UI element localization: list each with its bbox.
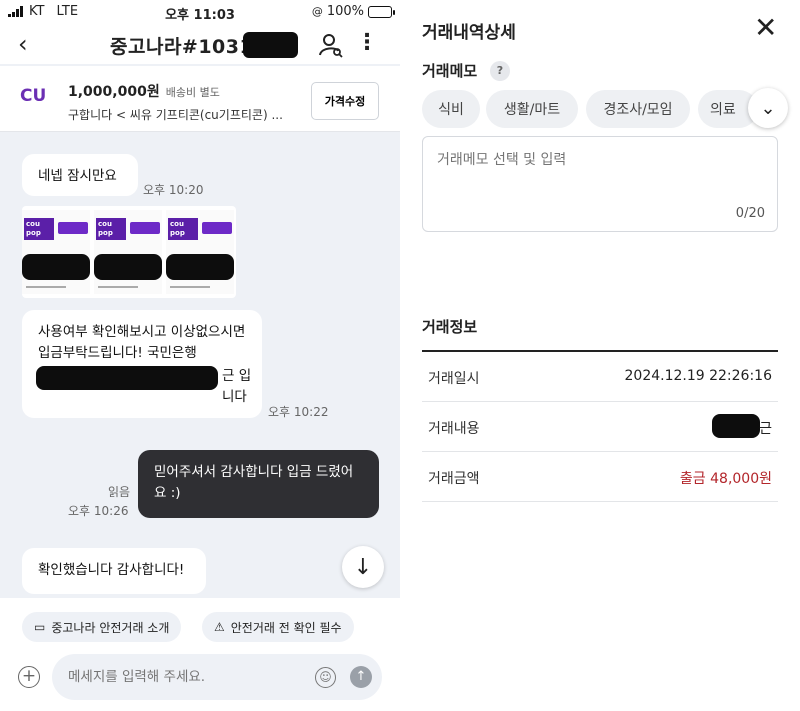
card-icon: ▭ [34, 620, 46, 634]
category-chip[interactable]: 식비 [422, 90, 480, 128]
send-icon[interactable]: ↑ [350, 666, 372, 688]
coupon-thumbnail[interactable]: cou pop [94, 210, 162, 294]
chat-title: 중고나라#1031 [110, 36, 254, 58]
product-name: 구합니다 < 씨유 기프티콘(cu기프티콘) ... [68, 108, 283, 122]
close-icon[interactable]: ✕ [754, 14, 777, 42]
price-edit-button[interactable]: 가격수정 [311, 82, 379, 120]
back-icon[interactable]: ‹ [18, 30, 28, 58]
memo-field[interactable]: 0/20 [422, 136, 778, 232]
status-bar: KT LTE 오후 11:03 @ 100% [0, 0, 400, 24]
message-time: 오후 10:22 [268, 405, 329, 419]
redacted-account [36, 366, 218, 390]
cu-logo: CU [20, 86, 47, 106]
battery-percent: 100% [326, 4, 364, 19]
add-attachment-icon[interactable]: + [18, 666, 40, 688]
info-row-datetime: 거래일시 2024.12.19 22:26:16 [422, 352, 778, 402]
message-bubble: 확인했습니다 감사합니다! [22, 548, 206, 594]
chat-screen: KT LTE 오후 11:03 @ 100% ‹ 중고나라#1031 ⋮ CU … [0, 0, 400, 711]
safe-trade-intro-chip[interactable]: ▭ 중고나라 안전거래 소개 [22, 612, 182, 642]
row-label: 거래내용 [428, 421, 480, 437]
info-row-amount: 거래금액 출금 48,000원 [422, 452, 778, 502]
info-title: 거래정보 [422, 318, 478, 336]
message-time: 오후 10:26 [68, 504, 129, 518]
read-receipt: 읽음 [108, 485, 131, 499]
row-value: 근 [759, 421, 772, 437]
user-search-icon[interactable] [318, 32, 344, 58]
arrow-down-icon: ↓ [353, 554, 373, 580]
chevron-down-icon: ⌄ [760, 97, 776, 119]
redacted-content [712, 414, 760, 438]
safe-trade-warning-chip[interactable]: ⚠ 안전거래 전 확인 필수 [202, 612, 354, 642]
row-label: 거래금액 [428, 471, 480, 487]
more-options-icon[interactable]: ⋮ [356, 30, 378, 55]
memo-label: 거래메모 [422, 62, 478, 80]
page-title: 거래내역상세 [422, 23, 516, 43]
message-time: 오후 10:20 [143, 183, 204, 197]
my-message-bubble: 믿어주셔서 감사합니다 입금 드렸어요 :) [138, 450, 379, 518]
message-bubble: 네넵 잠시만요 [22, 154, 138, 196]
product-price: 1,000,000원 배송비 별도 [68, 84, 220, 100]
coupon-images[interactable]: cou pop cou pop cou pop [22, 206, 236, 298]
coupon-thumbnail[interactable]: cou pop [22, 210, 90, 294]
expand-categories-button[interactable]: ⌄ [748, 88, 788, 128]
info-row-content: 거래내용 근 [422, 402, 778, 452]
row-value: 2024.12.19 22:26:16 [624, 368, 773, 384]
location-icon: @ [311, 5, 323, 18]
chat-footer: ▭중고나라 안전거래 소개 ⚠안전거래 전 확인 필수 + ☺ ↑ [0, 598, 400, 711]
category-chip[interactable]: 경조사/모임 [586, 90, 690, 128]
chat-header: ‹ 중고나라#1031 ⋮ [0, 24, 400, 64]
coupon-thumbnail[interactable]: cou pop [166, 210, 234, 294]
category-chip[interactable]: 생활/마트 [486, 90, 578, 128]
memo-input[interactable] [437, 149, 757, 199]
warning-icon: ⚠ [214, 620, 225, 634]
emoji-icon[interactable]: ☺ [315, 667, 336, 688]
row-label: 거래일시 [428, 371, 480, 387]
redacted-title [243, 32, 298, 58]
scroll-down-button[interactable]: ↓ [342, 546, 384, 588]
shipping-note: 배송비 별도 [165, 86, 220, 99]
transaction-detail-screen: 거래내역상세 ✕ 거래메모 ? 식비 생활/마트 경조사/모임 의료 ⌄ 0/2… [400, 0, 800, 711]
memo-counter: 0/20 [735, 206, 765, 221]
message-bubble: 사용여부 확인해보시고 이상없으시면 입금부탁드립니다! 국민은행 근 입니다 [22, 310, 262, 418]
row-value: 출금 48,000원 [679, 471, 772, 487]
help-icon[interactable]: ? [490, 61, 510, 81]
battery-icon [368, 5, 395, 18]
